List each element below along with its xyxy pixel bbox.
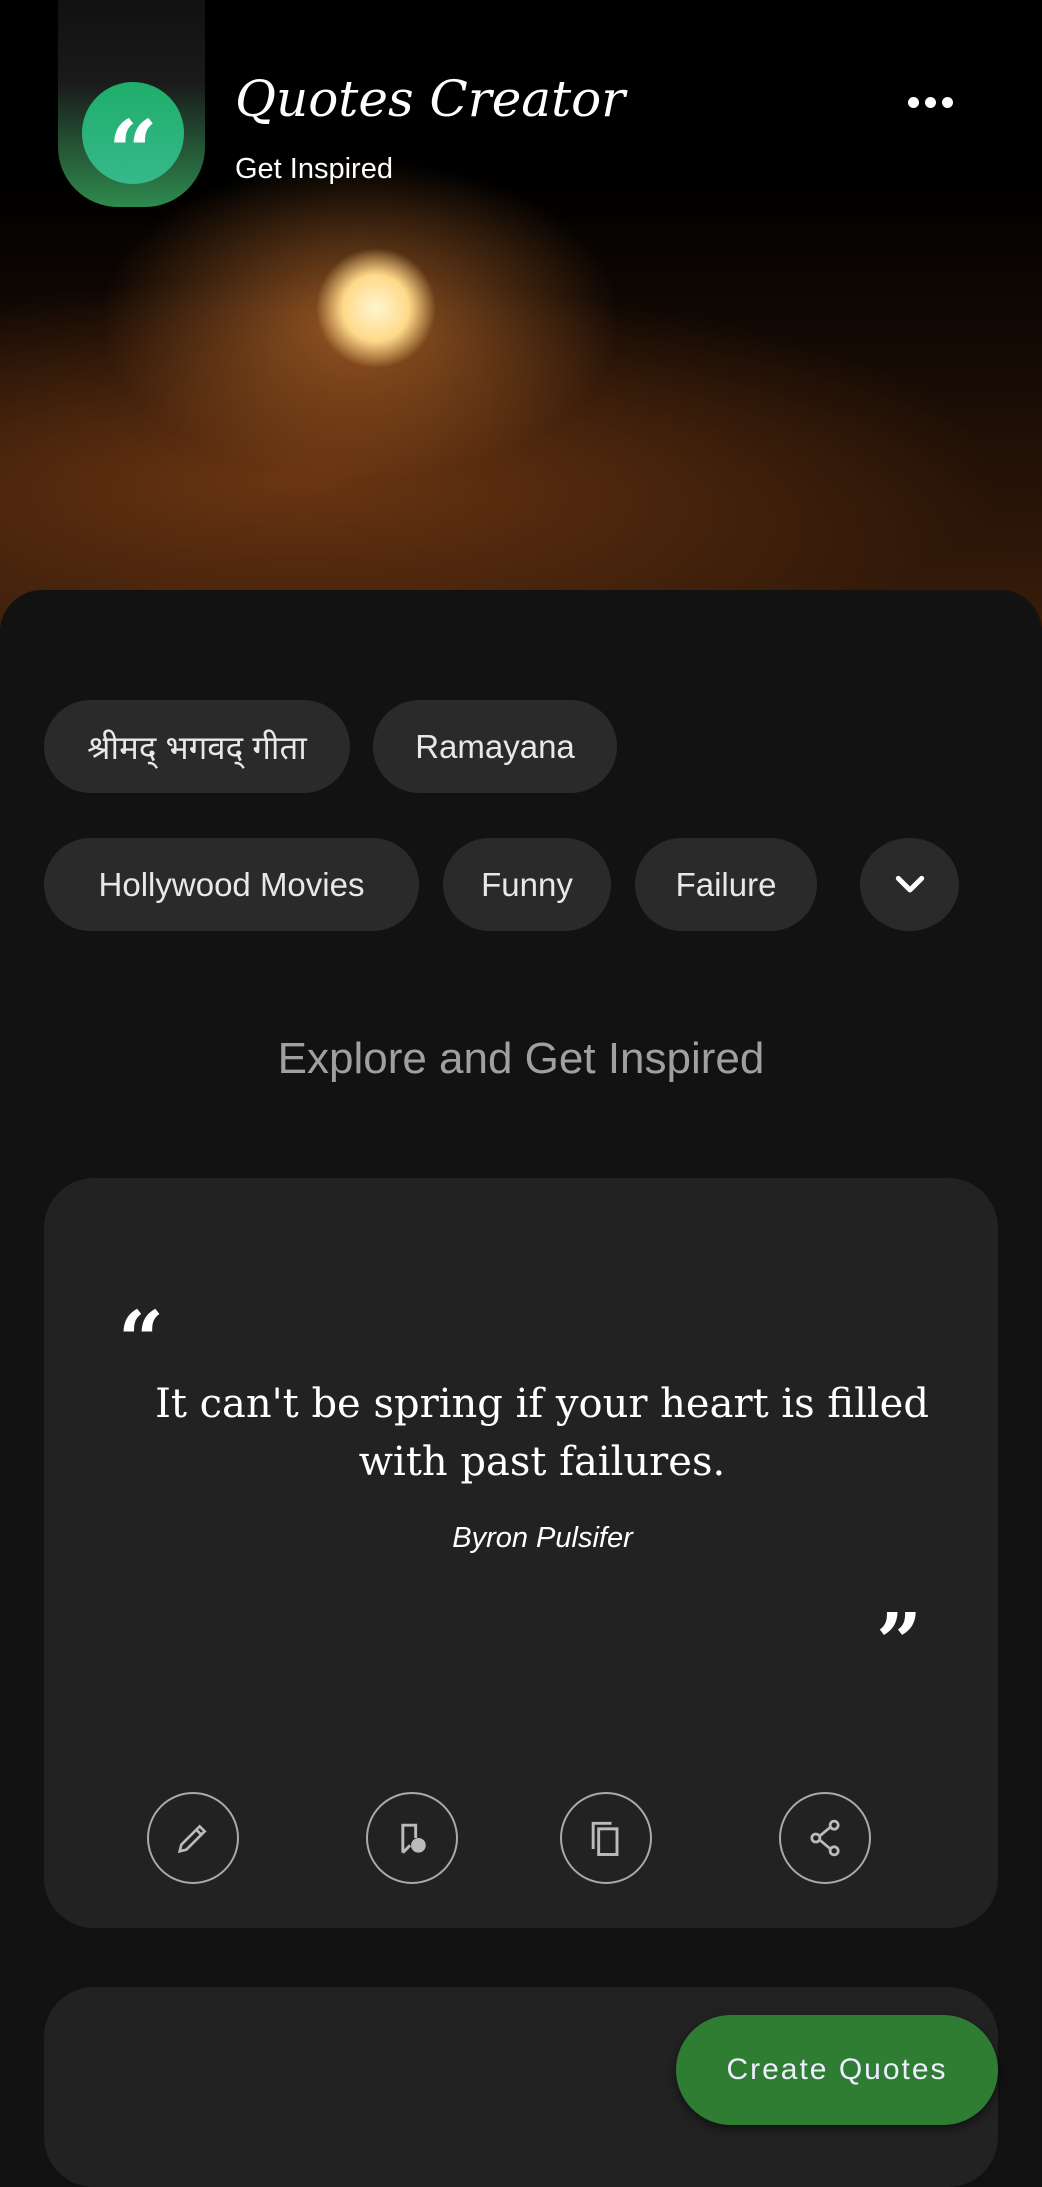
close-quote-mark: ” <box>876 1595 923 1689</box>
more-horizontal-icon[interactable] <box>900 80 960 124</box>
bookmark-button[interactable] <box>366 1792 458 1884</box>
create-quotes-button[interactable]: Create Quotes <box>676 2015 998 2125</box>
copy-button[interactable] <box>560 1792 652 1884</box>
edit-button[interactable] <box>147 1792 239 1884</box>
app-subtitle: Get Inspired <box>235 153 393 185</box>
edit-icon <box>177 1824 207 1854</box>
category-chip[interactable]: Failure <box>635 838 817 931</box>
category-chip[interactable]: Hollywood Movies <box>44 838 419 931</box>
category-chip[interactable]: Funny <box>443 838 611 931</box>
share-button[interactable] <box>779 1792 871 1884</box>
share-icon <box>810 1819 840 1857</box>
app-title: Quotes Creator <box>235 70 626 128</box>
quote-author: Byron Pulsifer <box>452 1522 633 1554</box>
quote-icon: “ <box>82 82 184 196</box>
bookmark-add-icon <box>401 1823 426 1854</box>
category-chip[interactable]: Ramayana <box>373 700 617 793</box>
chevron-down-icon <box>895 875 924 892</box>
section-title: Explore and Get Inspired <box>277 1034 765 1083</box>
category-chip[interactable]: श्रीमद् भगवद् गीता <box>44 700 350 793</box>
expand-categories-button[interactable] <box>860 838 959 931</box>
copy-icon <box>591 1821 619 1856</box>
quote-text: It can't be spring if your heart is fill… <box>155 1381 929 1485</box>
open-quote-mark: “ <box>118 1293 165 1387</box>
